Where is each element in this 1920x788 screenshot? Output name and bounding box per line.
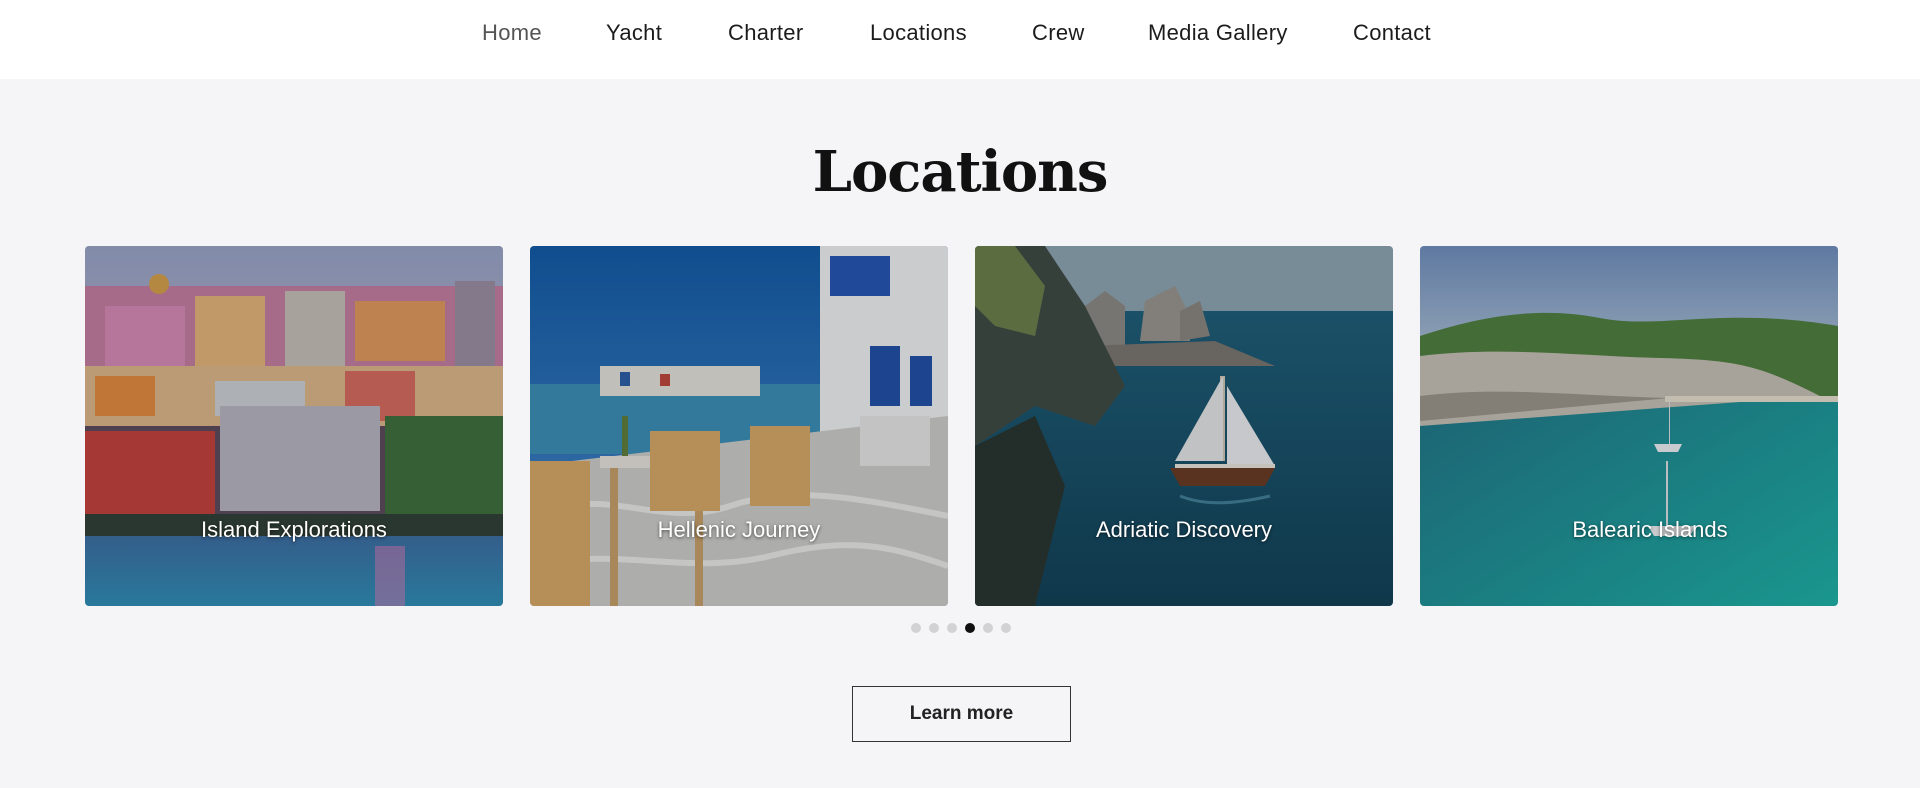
card-label: Island Explorations (201, 517, 387, 542)
card-label: Hellenic Journey (657, 517, 821, 542)
location-card-hellenic-journey[interactable]: Hellenic Journey (530, 246, 948, 606)
carousel-dot[interactable] (1001, 623, 1011, 633)
top-navigation: Home Yacht Charter Locations Crew Media … (0, 0, 1920, 79)
carousel-dot[interactable] (947, 623, 957, 633)
nav-item-media-gallery[interactable]: Media Gallery (1148, 20, 1288, 46)
section-title: Locations (812, 139, 1109, 205)
card-label: Balearic Islands (1572, 517, 1728, 542)
location-card-island-explorations[interactable]: Island Explorations (85, 246, 503, 606)
image-overlay (530, 246, 948, 606)
location-card-balearic-islands[interactable]: Balearic Islands (1420, 246, 1838, 606)
nav-item-crew[interactable]: Crew (1032, 20, 1085, 46)
image-overlay (1420, 246, 1838, 606)
carousel-dot[interactable] (929, 623, 939, 633)
carousel-dot-active[interactable] (965, 623, 975, 633)
location-card-adriatic-discovery[interactable]: Adriatic Discovery (975, 246, 1393, 606)
nav-item-home[interactable]: Home (482, 20, 542, 46)
nav-item-contact[interactable]: Contact (1353, 20, 1431, 46)
nav-item-charter[interactable]: Charter (728, 20, 803, 46)
image-overlay (85, 246, 503, 606)
nav-item-yacht[interactable]: Yacht (606, 20, 662, 46)
card-label: Adriatic Discovery (1095, 517, 1273, 542)
nav-menu: Home Yacht Charter Locations Crew Media … (0, 0, 1920, 66)
carousel-dot[interactable] (911, 623, 921, 633)
carousel-dot[interactable] (983, 623, 993, 633)
image-overlay (975, 246, 1393, 606)
learn-more-button[interactable]: Learn more (852, 686, 1071, 742)
nav-item-locations[interactable]: Locations (870, 20, 967, 46)
